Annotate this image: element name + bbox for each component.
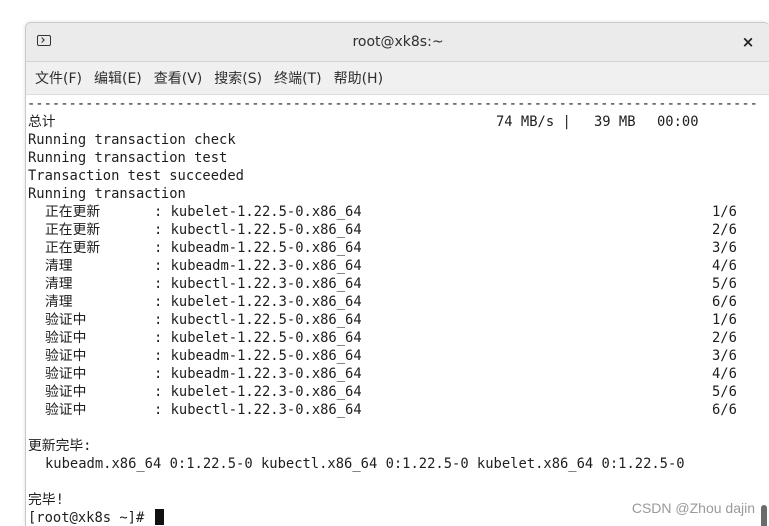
text-cursor: [154, 509, 164, 525]
step-action: 验证中: [45, 348, 87, 364]
menu-edit[interactable]: 编辑(E): [89, 68, 147, 88]
shell-prompt: [root@xk8s ~]#: [28, 510, 153, 526]
step-progress: 2/6: [712, 222, 737, 238]
step-package: : kubeadm-1.22.3-0.x86_64: [154, 366, 362, 382]
step-progress: 4/6: [712, 366, 737, 382]
step-package: : kubeadm-1.22.5-0.x86_64: [154, 348, 362, 364]
step-progress: 5/6: [712, 276, 737, 292]
step-action: 清理: [45, 258, 73, 274]
step-package: : kubeadm-1.22.3-0.x86_64: [154, 258, 362, 274]
menu-bar: 文件(F) 编辑(E) 查看(V) 搜索(S) 终端(T) 帮助(H): [26, 62, 769, 95]
step-action: 验证中: [45, 384, 87, 400]
updated-packages: kubeadm.x86_64 0:1.22.5-0 kubectl.x86_64…: [45, 456, 685, 472]
step-row: 正在更新 : kubectl-1.22.5-0.x86_64 2/6: [27, 221, 756, 239]
step-row: 验证中 : kubelet-1.22.5-0.x86_64 2/6: [27, 329, 756, 347]
step-package: : kubectl-1.22.5-0.x86_64: [154, 312, 362, 328]
step-action: 正在更新: [45, 204, 101, 220]
menu-view[interactable]: 查看(V): [149, 68, 208, 88]
step-package: : kubectl-1.22.3-0.x86_64: [154, 402, 362, 418]
step-action: 验证中: [45, 402, 87, 418]
window-title: root@xk8s:~: [352, 34, 444, 50]
message-line: Running transaction: [28, 186, 186, 202]
step-action: 正在更新: [45, 222, 101, 238]
watermark: CSDN @Zhou dajin: [631, 500, 755, 516]
step-action: 清理: [45, 276, 73, 292]
total-time: 00:00: [657, 114, 699, 130]
title-bar[interactable]: root@xk8s:~ ×: [26, 23, 769, 62]
step-action: 验证中: [45, 312, 87, 328]
step-row: 验证中 : kubectl-1.22.3-0.x86_64 6/6: [27, 401, 756, 419]
step-action: 清理: [45, 294, 73, 310]
step-row: 清理 : kubectl-1.22.3-0.x86_64 5/6: [27, 275, 756, 293]
menu-terminal[interactable]: 终端(T): [269, 68, 326, 88]
menu-help[interactable]: 帮助(H): [329, 68, 388, 88]
scrollbar[interactable]: [756, 95, 769, 526]
step-package: : kubelet-1.22.5-0.x86_64: [154, 204, 362, 220]
terminal-output[interactable]: ----------------------------------------…: [27, 95, 756, 526]
step-row: 正在更新 : kubeadm-1.22.5-0.x86_64 3/6: [27, 239, 756, 257]
step-progress: 1/6: [712, 312, 737, 328]
step-row: 验证中 : kubeadm-1.22.3-0.x86_64 4/6: [27, 365, 756, 383]
step-progress: 3/6: [712, 348, 737, 364]
total-speed: 74 MB/s |: [496, 114, 571, 130]
total-line: 总计 74 MB/s | 39 MB 00:00: [27, 113, 756, 131]
total-size: 39 MB: [594, 114, 636, 130]
step-package: : kubelet-1.22.3-0.x86_64: [154, 384, 362, 400]
message-line: Running transaction test: [28, 150, 228, 166]
step-progress: 4/6: [712, 258, 737, 274]
step-row: 验证中 : kubectl-1.22.5-0.x86_64 1/6: [27, 311, 756, 329]
step-package: : kubeadm-1.22.5-0.x86_64: [154, 240, 362, 256]
step-action: 正在更新: [45, 240, 101, 256]
menu-file[interactable]: 文件(F): [30, 68, 87, 88]
total-label: 总计: [28, 114, 56, 130]
step-row: 清理 : kubelet-1.22.3-0.x86_64 6/6: [27, 293, 756, 311]
step-action: 验证中: [45, 330, 87, 346]
step-progress: 5/6: [712, 384, 737, 400]
terminal-window: root@xk8s:~ × 文件(F) 编辑(E) 查看(V) 搜索(S) 终端…: [25, 22, 769, 526]
separator-line: ----------------------------------------…: [27, 96, 756, 112]
close-button[interactable]: ×: [736, 23, 760, 61]
step-progress: 1/6: [712, 204, 737, 220]
step-action: 验证中: [45, 366, 87, 382]
step-progress: 2/6: [712, 330, 737, 346]
updated-label: 更新完毕:: [28, 438, 92, 454]
step-row: 验证中 : kubeadm-1.22.5-0.x86_64 3/6: [27, 347, 756, 365]
step-row: 清理 : kubeadm-1.22.3-0.x86_64 4/6: [27, 257, 756, 275]
step-package: : kubelet-1.22.3-0.x86_64: [154, 294, 362, 310]
step-progress: 6/6: [712, 402, 737, 418]
step-progress: 6/6: [712, 294, 737, 310]
step-progress: 3/6: [712, 240, 737, 256]
menu-search[interactable]: 搜索(S): [209, 68, 267, 88]
step-row: 正在更新 : kubelet-1.22.5-0.x86_64 1/6: [27, 203, 756, 221]
message-line: Running transaction check: [28, 132, 236, 148]
message-line: Transaction test succeeded: [28, 168, 244, 184]
step-package: : kubectl-1.22.5-0.x86_64: [154, 222, 362, 238]
scrollbar-thumb[interactable]: [761, 505, 767, 526]
step-package: : kubelet-1.22.5-0.x86_64: [154, 330, 362, 346]
step-row: 验证中 : kubelet-1.22.3-0.x86_64 5/6: [27, 383, 756, 401]
step-package: : kubectl-1.22.3-0.x86_64: [154, 276, 362, 292]
